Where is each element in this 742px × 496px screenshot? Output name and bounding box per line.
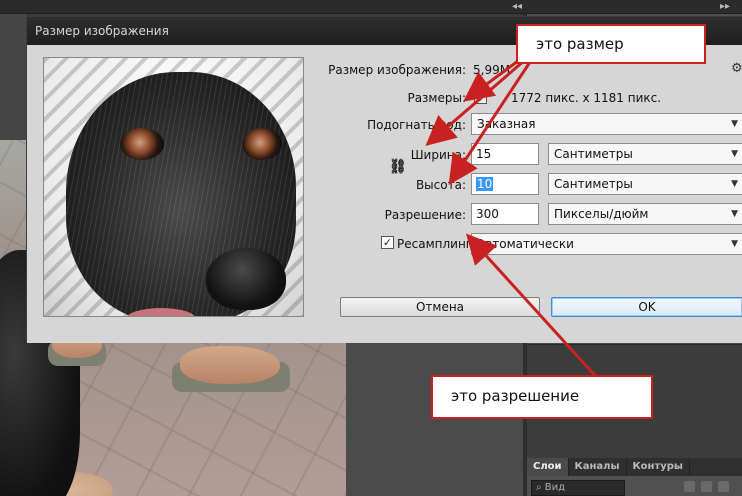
image-size-dialog: Размер изображения Размер изображения: 5…	[26, 16, 742, 343]
width-value: 15	[476, 147, 492, 161]
resample-value: Автоматически	[477, 237, 574, 251]
height-unit-dropdown[interactable]: Сантиметры ▼	[548, 173, 742, 195]
cancel-button[interactable]: Отмена	[340, 297, 540, 317]
layers-panel-tabs: Слои Каналы Контуры	[527, 458, 742, 476]
dimensions-value: 1772 пикс. x 1181 пикс.	[511, 91, 662, 105]
workspace-left-strip	[0, 14, 26, 144]
resolution-unit-dropdown[interactable]: Пикселы/дюйм ▼	[548, 203, 742, 225]
resolution-callout: это разрешение	[431, 375, 653, 419]
resolution-value: 300	[476, 207, 499, 221]
width-unit-value: Сантиметры	[554, 147, 633, 161]
fit-to-value: Заказная	[477, 117, 536, 131]
resolution-input[interactable]: 300	[471, 203, 539, 225]
chevron-down-icon: ▼	[731, 149, 738, 159]
tab-layers[interactable]: Слои	[527, 458, 569, 476]
gear-icon[interactable]: ⚙	[731, 61, 742, 76]
preview-dog-nose	[206, 248, 286, 310]
fit-to-label: Подогнать под:	[367, 118, 466, 132]
ok-button[interactable]: OK	[551, 297, 742, 317]
filter-type-icon[interactable]	[718, 481, 729, 492]
canvas-foot-right	[180, 346, 280, 384]
tab-paths[interactable]: Контуры	[627, 458, 690, 476]
height-value: 10	[476, 177, 494, 191]
height-input[interactable]: 10	[471, 173, 539, 195]
width-input[interactable]: 15	[471, 143, 539, 165]
preview-dog-eye-right	[242, 128, 282, 160]
dimensions-label: Размеры:	[407, 91, 466, 105]
image-size-label: Размер изображения:	[328, 63, 466, 77]
preview-dog-tongue	[126, 308, 196, 316]
dialog-title: Размер изображения	[35, 24, 169, 38]
resolution-label: Разрешение:	[384, 208, 466, 222]
resample-checkbox[interactable]: ✓	[381, 236, 394, 249]
resolution-callout-text: это разрешение	[451, 387, 580, 405]
size-callout-text: это размер	[536, 35, 624, 53]
fit-to-dropdown[interactable]: Заказная ▼	[471, 113, 742, 135]
chain-link-icon[interactable]: ⛓	[389, 159, 407, 175]
resample-label: Ресамплинг:	[397, 237, 477, 251]
resolution-unit-value: Пикселы/дюйм	[554, 207, 649, 221]
layers-filter-icons	[684, 481, 740, 495]
image-size-value: 5,99M	[473, 63, 511, 77]
layers-filter-input[interactable]: ⌕ Вид	[531, 480, 625, 496]
chevron-down-icon: ▼	[731, 179, 738, 189]
collapse-right-icon[interactable]: ▸▸	[720, 0, 730, 13]
search-icon: ⌕	[536, 482, 545, 493]
chevron-down-icon: ▼	[731, 119, 738, 129]
tab-channels[interactable]: Каналы	[569, 458, 627, 476]
triangle-down-icon[interactable]: ▼	[474, 91, 487, 104]
resample-dropdown[interactable]: Автоматически ▼	[471, 233, 742, 255]
chevron-down-icon: ▼	[731, 209, 738, 219]
workspace-topbar: ◂◂ ▸▸	[0, 0, 742, 14]
preview-dog-eye-left	[120, 128, 164, 160]
width-unit-dropdown[interactable]: Сантиметры ▼	[548, 143, 742, 165]
width-label: Ширина:	[410, 148, 466, 162]
collapse-panels-icon[interactable]: ◂◂	[512, 0, 522, 13]
image-preview[interactable]	[43, 57, 304, 317]
layers-filter-label: Вид	[544, 482, 566, 493]
dialog-body: Размер изображения: 5,99M ⚙ Размеры: ▼ 1…	[27, 45, 742, 343]
preview-dog-face	[66, 72, 296, 316]
chevron-down-icon: ▼	[731, 239, 738, 249]
filter-image-icon[interactable]	[684, 481, 695, 492]
size-callout: это размер	[516, 24, 706, 64]
filter-adjust-icon[interactable]	[701, 481, 712, 492]
height-label: Высота:	[415, 178, 466, 192]
height-unit-value: Сантиметры	[554, 177, 633, 191]
